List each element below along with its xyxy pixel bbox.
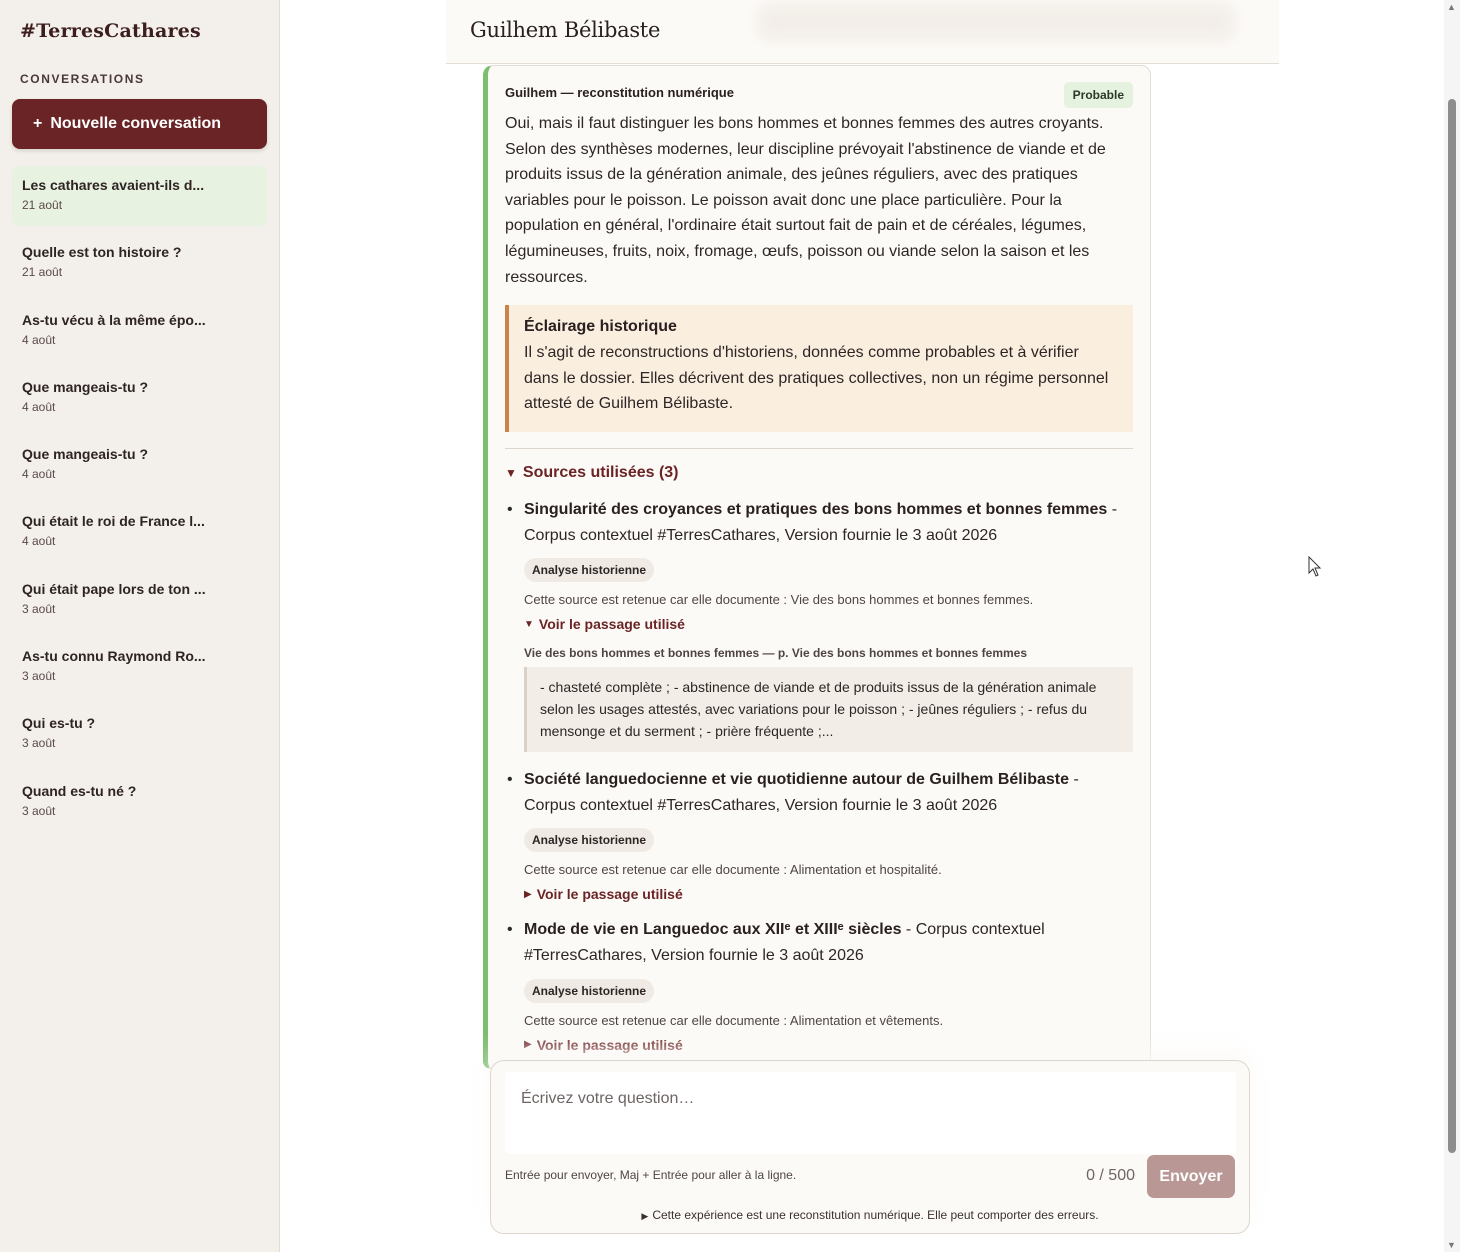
source-title: Mode de vie en Languedoc aux XIIᵉ et XII… xyxy=(524,921,902,939)
view-passage-toggle[interactable]: ▼ Voir le passage utilisé xyxy=(524,616,1133,632)
bullet-icon: • xyxy=(507,771,513,789)
conversation-list: Les cathares avaient-ils d... 21 août Qu… xyxy=(12,166,267,839)
conversation-item[interactable]: Quelle est ton histoire ? 21 août xyxy=(12,233,267,293)
conversation-title: Qui était le roi de France l... xyxy=(22,513,205,530)
question-input[interactable] xyxy=(505,1072,1236,1154)
conversation-title: As-tu vécu à la même épo... xyxy=(22,311,206,328)
conversation-title: Les cathares avaient-ils d... xyxy=(22,177,205,193)
character-counter: 0 / 500 xyxy=(1086,1167,1135,1184)
conversation-item[interactable]: Qui es-tu ? 3 août xyxy=(12,704,267,764)
conversation-date: 21 août xyxy=(22,265,63,280)
conversation-date: 4 août xyxy=(22,399,56,414)
source-tag: Analyse historienne xyxy=(524,978,655,1003)
assistant-message-card: Guilhem — reconstitution numérique Proba… xyxy=(483,65,1151,1069)
callout-title: Éclairage historique xyxy=(524,318,677,335)
conversation-item[interactable]: As-tu vécu à la même épo... 4 août xyxy=(12,301,267,361)
sources-toggle[interactable]: ▼ Sources utilisées (3) xyxy=(505,464,679,482)
conversation-item[interactable]: Que mangeais-tu ? 4 août xyxy=(12,435,267,495)
conversation-date: 21 août xyxy=(22,198,63,212)
keyboard-hint: Entrée pour envoyer, Maj + Entrée pour a… xyxy=(505,1168,797,1182)
source-reason: Cette source est retenue car elle docume… xyxy=(524,862,942,878)
callout-body: Il s'agit de reconstructions d'historien… xyxy=(524,344,1109,413)
triangle-down-icon: ▼ xyxy=(505,466,517,480)
answer-text: Oui, mais il faut distinguer les bons ho… xyxy=(505,115,1106,286)
conversation-title: Que mangeais-tu ? xyxy=(22,378,149,395)
conversation-item[interactable]: Que mangeais-tu ? 4 août xyxy=(12,368,267,428)
source-citation: Mode de vie en Languedoc aux XIIᵉ et XII… xyxy=(524,917,1133,968)
disclaimer-text: Cette expérience est une reconstitution … xyxy=(652,1208,1099,1222)
page-scrollbar[interactable]: ▲ ▼ xyxy=(1444,0,1460,1252)
scroll-up-icon[interactable]: ▲ xyxy=(1447,2,1456,12)
chat-header: Guilhem Bélibaste xyxy=(446,0,1279,64)
conversation-date: 3 août xyxy=(22,601,56,616)
view-passage-label: Voir le passage utilisé xyxy=(536,886,683,903)
view-passage-label: Voir le passage utilisé xyxy=(538,616,685,633)
conversation-date: 4 août xyxy=(22,467,56,482)
conversation-item[interactable]: Qui était pape lors de ton ... 3 août xyxy=(12,570,267,630)
page-title: Guilhem Bélibaste xyxy=(470,18,661,42)
status-badge: Probable xyxy=(1063,82,1133,108)
conversation-title: Quand es-tu né ? xyxy=(22,782,137,799)
view-passage-toggle[interactable]: ▶ Voir le passage utilisé xyxy=(524,1037,1133,1053)
sources-label: Sources utilisées (3) xyxy=(522,464,679,481)
conversation-date: 3 août xyxy=(22,803,56,818)
conversation-item[interactable]: As-tu connu Raymond Ro... 3 août xyxy=(12,637,267,697)
conversation-title: Quelle est ton histoire ? xyxy=(22,244,182,261)
conversation-title: As-tu connu Raymond Ro... xyxy=(22,648,206,665)
sources-list: • Singularité des croyances et pratiques… xyxy=(505,497,1133,1053)
bullet-icon: • xyxy=(507,501,513,518)
passage-title: Vie des bons hommes et bonnes femmes — p… xyxy=(524,646,1028,661)
sidebar: #TerresCathares CONVERSATIONS + Nouvelle… xyxy=(0,0,280,1252)
view-passage-toggle[interactable]: ▶ Voir le passage utilisé xyxy=(524,886,1133,902)
source-reason: Cette source est retenue car elle docume… xyxy=(524,1012,944,1028)
view-passage-label: Voir le passage utilisé xyxy=(536,1036,683,1053)
triangle-right-icon: ▶ xyxy=(524,1039,532,1051)
historical-callout: Éclairage historique Il s'agit de recons… xyxy=(505,305,1133,432)
mouse-cursor-icon xyxy=(1308,556,1322,577)
brand-logo[interactable]: #TerresCathares xyxy=(20,20,201,42)
message-composer: Entrée pour envoyer, Maj + Entrée pour a… xyxy=(490,1060,1250,1234)
disclaimer-toggle[interactable]: ▶ Cette expérience est une reconstitution… xyxy=(491,1208,1249,1222)
source-title: Singularité des croyances et pratiques d… xyxy=(524,501,1108,518)
new-conversation-label: Nouvelle conversation xyxy=(50,115,222,132)
conversation-title: Qui es-tu ? xyxy=(22,715,96,732)
source-citation: Société languedocienne et vie quotidienn… xyxy=(524,767,1133,818)
bullet-icon: • xyxy=(507,921,513,939)
triangle-down-icon: ▼ xyxy=(524,618,534,630)
conversation-title: Que mangeais-tu ? xyxy=(22,446,149,463)
scroll-down-icon[interactable]: ▼ xyxy=(1447,1240,1456,1250)
source-tag: Analyse historienne xyxy=(524,828,655,853)
source-reason: Cette source est retenue car elle docume… xyxy=(524,592,1034,608)
conversation-date: 3 août xyxy=(22,736,56,751)
source-title: Société languedocienne et vie quotidienn… xyxy=(524,771,1069,789)
send-button[interactable]: Envoyer xyxy=(1147,1155,1235,1198)
conversation-title: Qui était pape lors de ton ... xyxy=(22,580,206,597)
source-item: • Mode de vie en Languedoc aux XIIᵉ et X… xyxy=(505,917,1133,1052)
passage-quote: - chasteté complète ; - abstinence de vi… xyxy=(524,667,1133,753)
plus-icon: + xyxy=(33,115,43,132)
conversation-item[interactable]: Les cathares avaient-ils d... 21 août xyxy=(12,166,267,226)
source-item: • Singularité des croyances et pratiques… xyxy=(505,497,1133,753)
header-blurred-overlay xyxy=(756,2,1236,42)
scrollbar-thumb[interactable] xyxy=(1448,99,1456,1153)
source-item: • Société languedocienne et vie quotidie… xyxy=(505,767,1133,902)
source-tag: Analyse historienne xyxy=(524,558,655,583)
conversation-date: 4 août xyxy=(22,332,56,347)
conversation-date: 3 août xyxy=(22,669,56,684)
divider xyxy=(505,448,1133,449)
conversation-item[interactable]: Qui était le roi de France l... 4 août xyxy=(12,502,267,562)
conversation-date: 4 août xyxy=(22,534,56,549)
source-citation: Singularité des croyances et pratiques d… xyxy=(524,497,1133,548)
speaker-label: Guilhem — reconstitution numérique xyxy=(505,85,734,100)
triangle-right-icon: ▶ xyxy=(641,1211,649,1221)
conversations-heading: CONVERSATIONS xyxy=(20,72,145,86)
triangle-right-icon: ▶ xyxy=(524,888,532,900)
new-conversation-button[interactable]: + Nouvelle conversation xyxy=(12,99,267,149)
conversation-item[interactable]: Quand es-tu né ? 3 août xyxy=(12,772,267,832)
